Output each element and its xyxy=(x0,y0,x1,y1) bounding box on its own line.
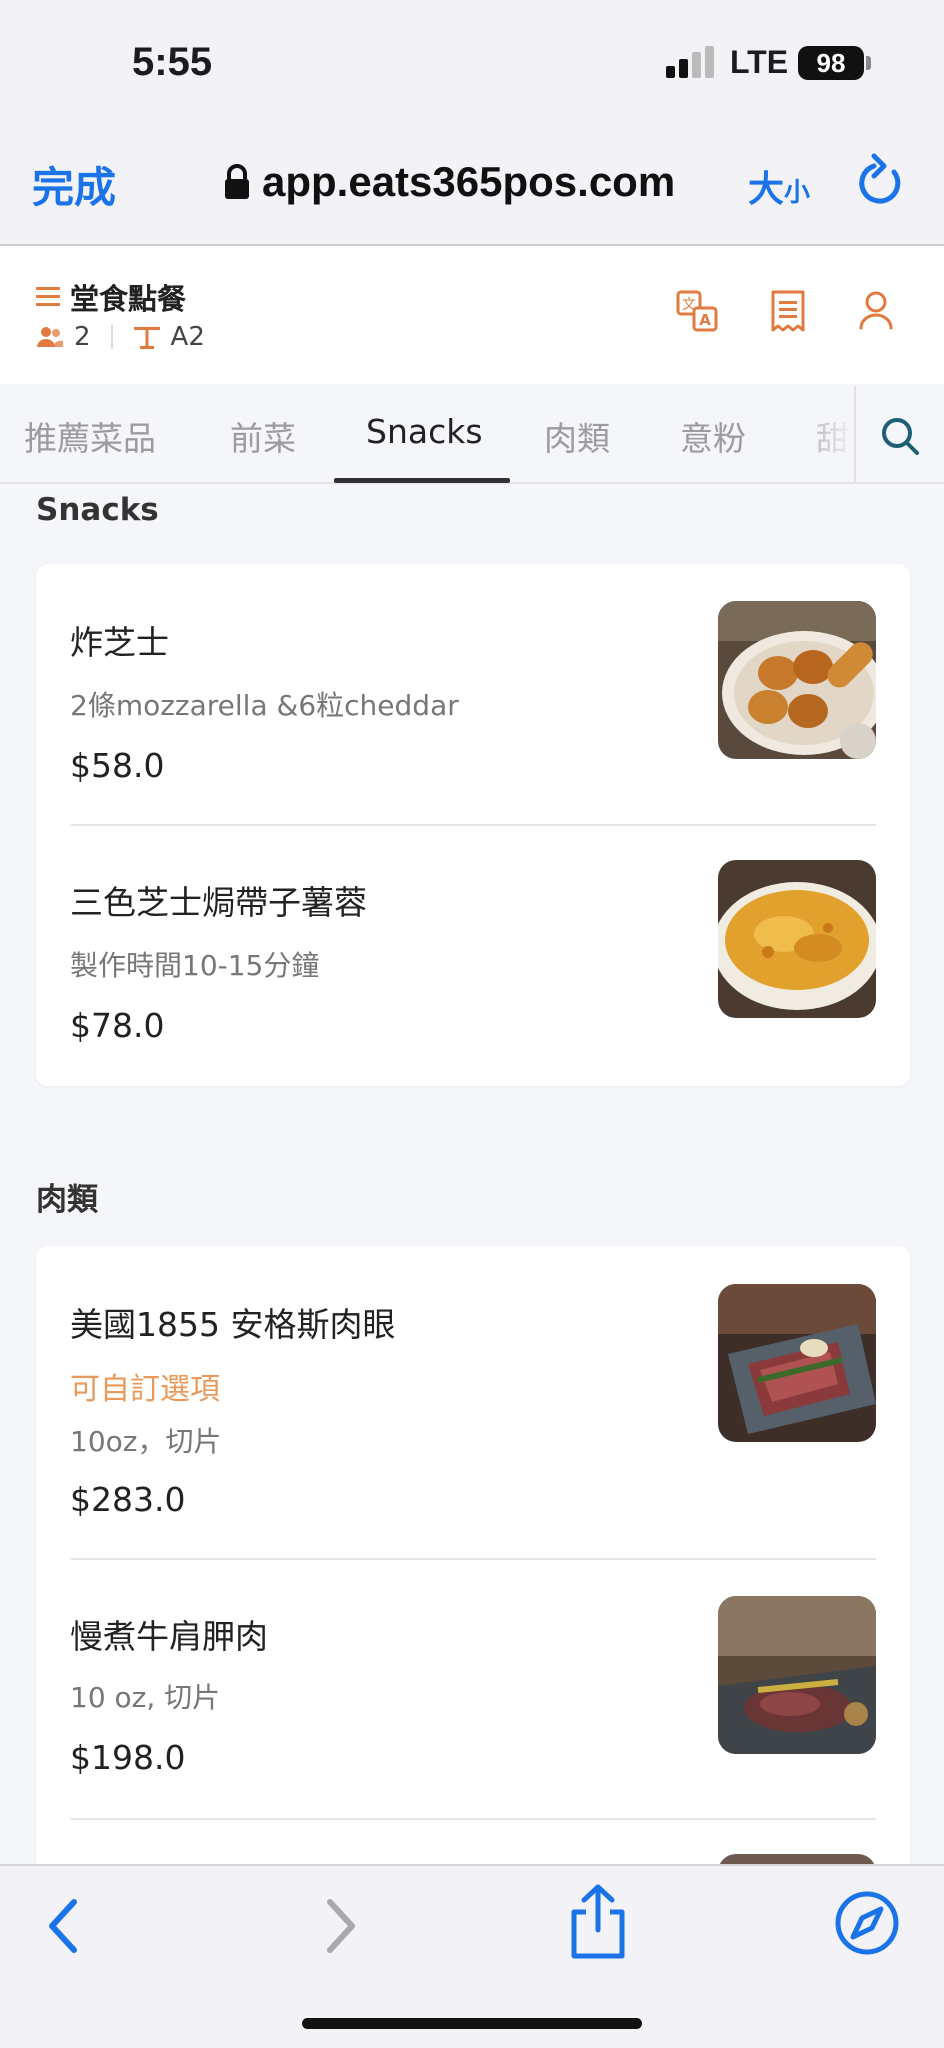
table-number: A2 xyxy=(170,322,205,352)
tabs-divider xyxy=(854,386,856,482)
tab-appetizers[interactable]: 前菜 xyxy=(230,412,296,460)
item-name: 美國1855 安格斯肉眼 xyxy=(70,1305,396,1344)
ribeye-photo[interactable] xyxy=(718,1284,876,1442)
order-meta: 2 A2 xyxy=(36,322,205,352)
app-header: 堂食點餐 2 A2 文 A xyxy=(0,246,944,384)
signal-bars-icon xyxy=(666,46,714,78)
category-tabs: 推薦菜品 前菜 Snacks 肉類 意粉 甜 xyxy=(0,384,944,484)
text-size-small: 小 xyxy=(784,178,811,208)
item-customizable-label: 可自訂選項 xyxy=(70,1372,220,1407)
tab-snacks[interactable]: Snacks xyxy=(366,412,483,451)
lock-icon xyxy=(225,164,249,199)
section-title-snacks: Snacks xyxy=(36,492,159,528)
search-icon[interactable] xyxy=(880,416,920,456)
menu-item[interactable]: 慢煮牛肩胛肉 10 oz, 切片 $198.0 xyxy=(36,1560,910,1818)
item-price: $198.0 xyxy=(70,1738,186,1777)
text-size-big: 大 xyxy=(748,169,785,210)
item-description: 10oz，切片 xyxy=(70,1425,222,1458)
tabs-fade xyxy=(790,384,854,482)
guest-count: 2 xyxy=(74,322,91,352)
menu-card-snacks: 炸芝士 2條mozzarella &6粒cheddar $58.0 三色芝士焗帶… xyxy=(36,564,910,1086)
translate-icon[interactable]: 文 A xyxy=(676,290,718,332)
text-size-button[interactable]: 大小 xyxy=(748,160,810,212)
menu-item[interactable]: 炸芝士 2條mozzarella &6粒cheddar $58.0 xyxy=(36,564,910,824)
active-tab-indicator xyxy=(334,478,510,483)
item-description: 製作時間10-15分鐘 xyxy=(70,949,320,982)
battery-icon: 98 xyxy=(798,46,864,80)
item-price: $78.0 xyxy=(70,1006,165,1045)
browser-top-bar: 完成 app.eats365pos.com 大小 xyxy=(0,130,944,246)
item-name: 慢煮牛肩胛肉 xyxy=(70,1617,268,1656)
forward-icon[interactable] xyxy=(314,1894,364,1958)
menu-icon[interactable] xyxy=(36,286,60,308)
tab-pasta[interactable]: 意粉 xyxy=(680,412,746,460)
beef-chuck-photo[interactable] xyxy=(718,1596,876,1754)
item-price: $283.0 xyxy=(70,1480,186,1519)
url-text: app.eats365pos.com xyxy=(262,158,676,205)
header-title-row[interactable]: 堂食點餐 xyxy=(36,276,186,318)
svg-text:A: A xyxy=(699,311,711,329)
tab-meat[interactable]: 肉類 xyxy=(544,412,610,460)
user-icon[interactable] xyxy=(858,290,894,332)
scallop-mash-photo[interactable] xyxy=(718,860,876,1018)
compass-icon[interactable] xyxy=(834,1890,900,1956)
menu-item[interactable]: 美國1855 安格斯肉眼 可自訂選項 10oz，切片 $283.0 xyxy=(36,1246,910,1558)
battery-level: 98 xyxy=(816,47,846,78)
people-icon xyxy=(37,327,63,347)
item-name: 炸芝士 xyxy=(70,623,169,662)
item-divider xyxy=(70,1818,876,1820)
fried-cheese-photo[interactable] xyxy=(718,601,876,759)
table-icon xyxy=(133,327,160,349)
back-icon[interactable] xyxy=(40,1894,90,1958)
menu-item[interactable]: 三色芝士焗帶子薯蓉 製作時間10-15分鐘 $78.0 xyxy=(36,826,910,1086)
carrier-label: LTE xyxy=(730,44,789,80)
item-name: 三色芝士焗帶子薯蓉 xyxy=(70,883,367,922)
item-price: $58.0 xyxy=(70,746,165,785)
address-bar[interactable]: app.eats365pos.com xyxy=(224,156,675,208)
status-bar: 5:55 LTE 98 xyxy=(0,0,944,130)
reload-icon[interactable] xyxy=(852,152,908,212)
meta-divider xyxy=(110,325,113,349)
page-title: 堂食點餐 xyxy=(70,282,187,316)
home-indicator xyxy=(302,2018,642,2029)
item-description: 10 oz, 切片 xyxy=(70,1681,221,1714)
done-button[interactable]: 完成 xyxy=(32,154,116,215)
receipt-icon[interactable] xyxy=(770,290,806,332)
menu-card-meat: 美國1855 安格斯肉眼 可自訂選項 10oz，切片 $283.0 慢煮牛肩胛肉… xyxy=(36,1246,910,1906)
tab-recommended[interactable]: 推薦菜品 xyxy=(24,412,156,460)
status-time: 5:55 xyxy=(132,40,213,84)
item-description: 2條mozzarella &6粒cheddar xyxy=(70,689,459,722)
battery-cap xyxy=(866,56,871,70)
share-icon[interactable] xyxy=(566,1884,630,1960)
section-title-meat: 肉類 xyxy=(36,1182,98,1218)
header-actions: 文 A xyxy=(676,290,894,332)
